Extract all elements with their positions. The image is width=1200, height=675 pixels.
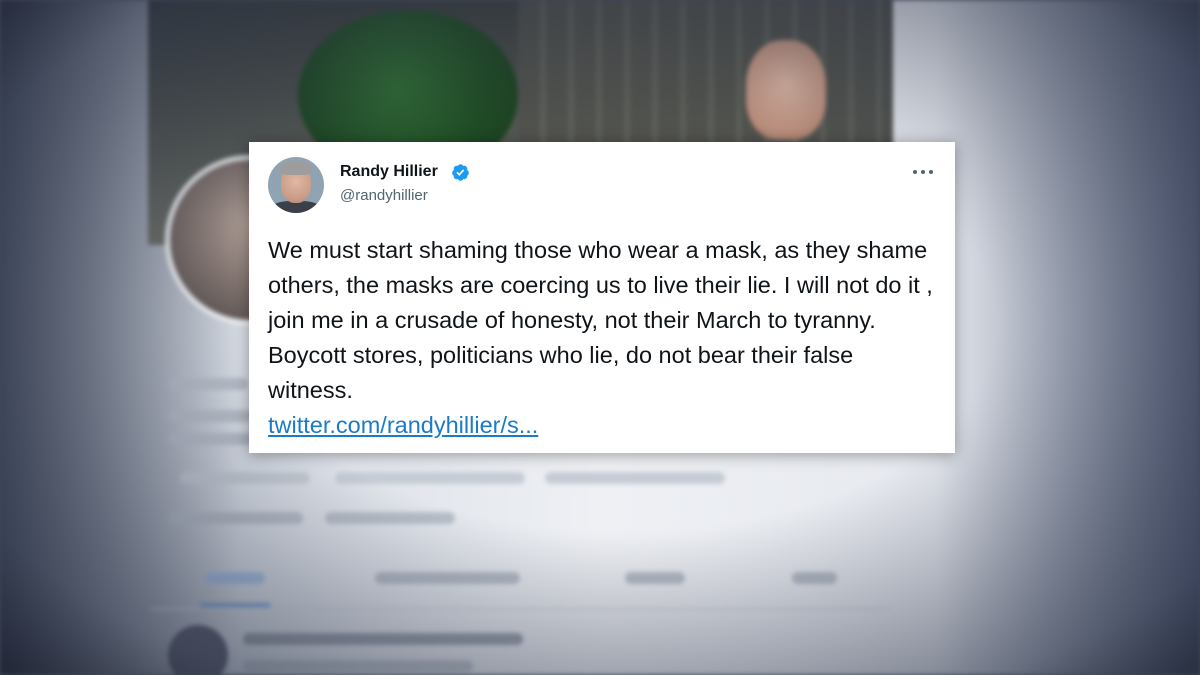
tab-likes-placeholder [792,572,837,584]
banner-building [518,0,893,150]
profile-handle-placeholder [168,378,248,390]
display-name[interactable]: Randy Hillier [340,163,438,181]
timeline-tweet-avatar [168,625,228,675]
tab-media-placeholder [625,572,685,584]
profile-website-placeholder [335,472,525,484]
timeline-tweet-header-placeholder [243,633,523,645]
user-handle[interactable]: @randyhillier [340,187,428,204]
profile-tabs [150,568,890,610]
tab-tweets-placeholder [205,572,265,584]
tweet-link[interactable]: twitter.com/randyhillier/s... [268,412,538,438]
timeline-tweet-text-placeholder [243,660,473,672]
profile-bio-placeholder [168,410,258,422]
tab-active-underline [200,603,270,607]
tweet-text: We must start shaming those who wear a m… [268,237,933,403]
profile-followers-placeholder [325,512,455,524]
verified-badge-icon [452,164,469,181]
profile-location-placeholder [180,472,310,484]
avatar-hair [280,161,312,175]
tweet-body: We must start shaming those who wear a m… [268,233,943,443]
user-avatar[interactable] [268,157,324,213]
tweet-card: Randy Hillier @randyhillier We must star… [249,142,955,453]
more-options-icon[interactable] [912,162,934,180]
tab-replies-placeholder [375,572,520,584]
profile-joined-placeholder [545,472,725,484]
more-dot [929,170,933,174]
profile-bio-placeholder [168,433,258,445]
profile-following-placeholder [168,512,303,524]
more-dot [913,170,917,174]
banner-person [746,40,826,140]
more-dot [921,170,925,174]
